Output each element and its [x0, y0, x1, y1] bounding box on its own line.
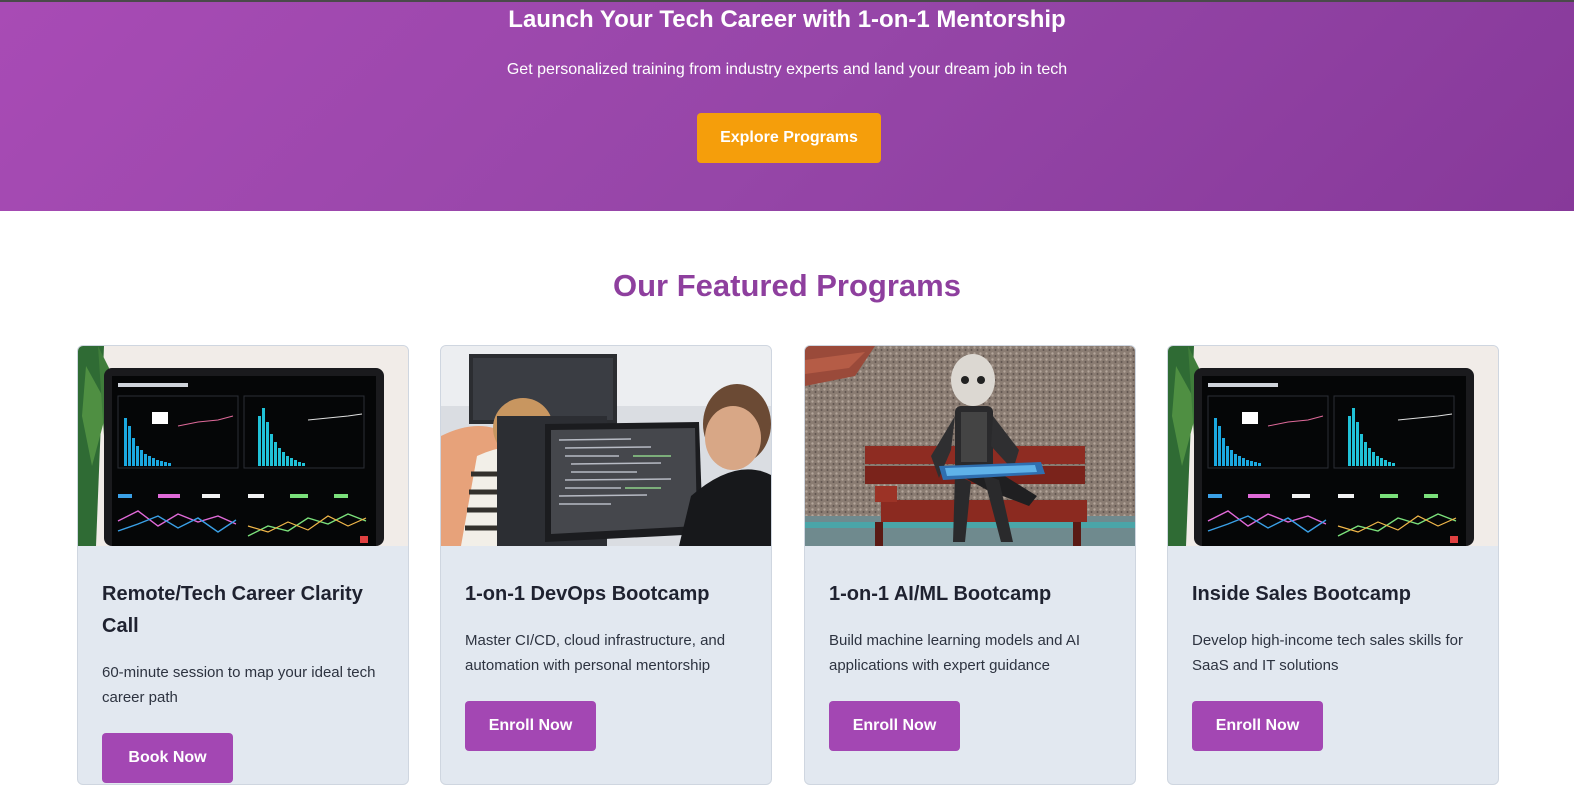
program-title: Remote/Tech Career Clarity Call — [102, 583, 363, 637]
program-title: 1-on-1 DevOps Bootcamp — [465, 583, 710, 605]
program-card: 1-on-1 AI/ML Bootcamp Build machine lear… — [804, 345, 1136, 785]
analytics-dashboard-laptop-image — [1168, 346, 1498, 546]
enroll-now-button[interactable]: Enroll Now — [1192, 701, 1323, 751]
hero-title: Launch Your Tech Career with 1-on-1 Ment… — [508, 6, 1066, 33]
program-description: 60-minute session to map your ideal tech… — [102, 664, 376, 706]
enroll-now-button[interactable]: Enroll Now — [829, 701, 960, 751]
developers-at-monitors-image — [441, 346, 771, 546]
enroll-now-button[interactable]: Enroll Now — [465, 701, 596, 751]
book-now-button[interactable]: Book Now — [102, 733, 233, 783]
program-title: 1-on-1 AI/ML Bootcamp — [829, 583, 1052, 605]
hero-banner: Launch Your Tech Career with 1-on-1 Ment… — [0, 0, 1574, 211]
program-title: Inside Sales Bootcamp — [1192, 583, 1411, 605]
featured-programs-heading: Our Featured Programs — [613, 268, 961, 303]
robot-on-bench-with-tablet-image — [805, 346, 1135, 546]
program-description: Build machine learning models and AI app… — [829, 632, 1080, 674]
program-description: Master CI/CD, cloud infrastructure, and … — [465, 632, 726, 674]
program-description: Develop high-income tech sales skills fo… — [1192, 632, 1463, 674]
program-card: Remote/Tech Career Clarity Call 60-minut… — [77, 345, 409, 785]
hero-subtitle: Get personalized training from industry … — [506, 61, 1068, 78]
program-card: Inside Sales Bootcamp Develop high-incom… — [1167, 345, 1499, 785]
program-card: 1-on-1 DevOps Bootcamp Master CI/CD, clo… — [440, 345, 772, 785]
explore-programs-button[interactable]: Explore Programs — [697, 113, 881, 163]
analytics-dashboard-laptop-image — [78, 346, 408, 546]
